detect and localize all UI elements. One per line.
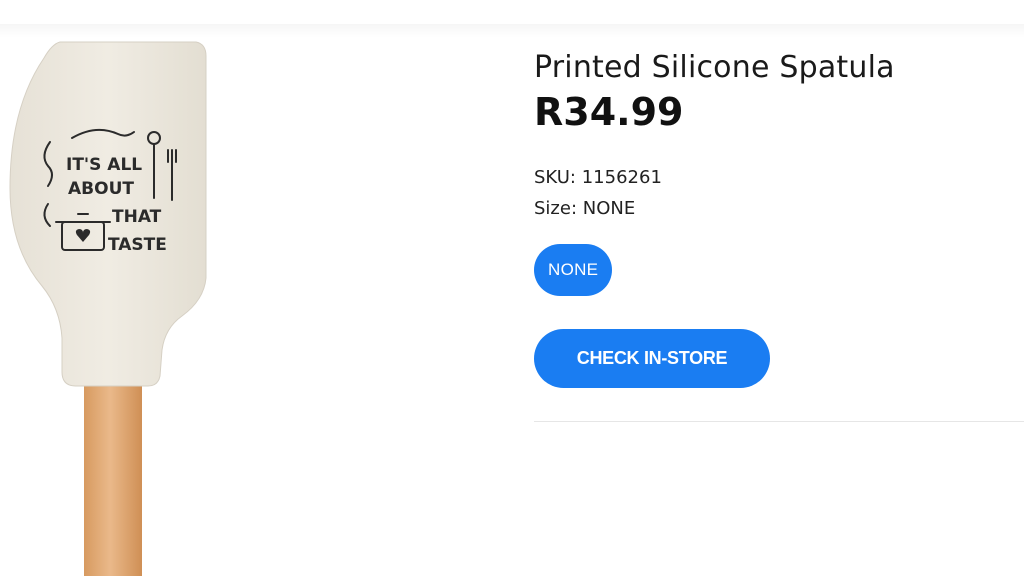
size-row: Size: NONE [534,193,1024,224]
size-option-button[interactable]: NONE [534,244,613,296]
product-title: Printed Silicone Spatula [534,50,895,85]
print-line-1: IT'S ALL [66,155,142,175]
size-label: Size: [534,198,578,219]
product-details: Printed Silicone Spatula R34.99 SKU: 115… [534,48,1024,388]
print-line-4: TASTE [108,235,167,255]
size-value: NONE [582,198,636,219]
top-bar-shadow [0,24,1024,38]
check-in-store-button[interactable]: CHECK IN-STORE [534,329,770,388]
top-bar [0,0,1024,26]
print-line-3: THAT [112,207,162,227]
spatula-head [9,41,207,387]
product-image-area: IT'S ALL ABOUT THAT TASTE [0,38,500,576]
section-divider [534,421,1024,422]
sku-row: SKU: 1156261 [534,162,1024,193]
product-image: IT'S ALL ABOUT THAT TASTE [9,41,207,576]
sku-label: SKU: [534,167,576,188]
sku-value: 1156261 [581,167,662,188]
product-price: R34.99 [534,90,684,134]
print-line-2: ABOUT [68,179,134,199]
product-meta: SKU: 1156261 Size: NONE [534,162,1024,224]
spatula-handle [84,368,142,576]
